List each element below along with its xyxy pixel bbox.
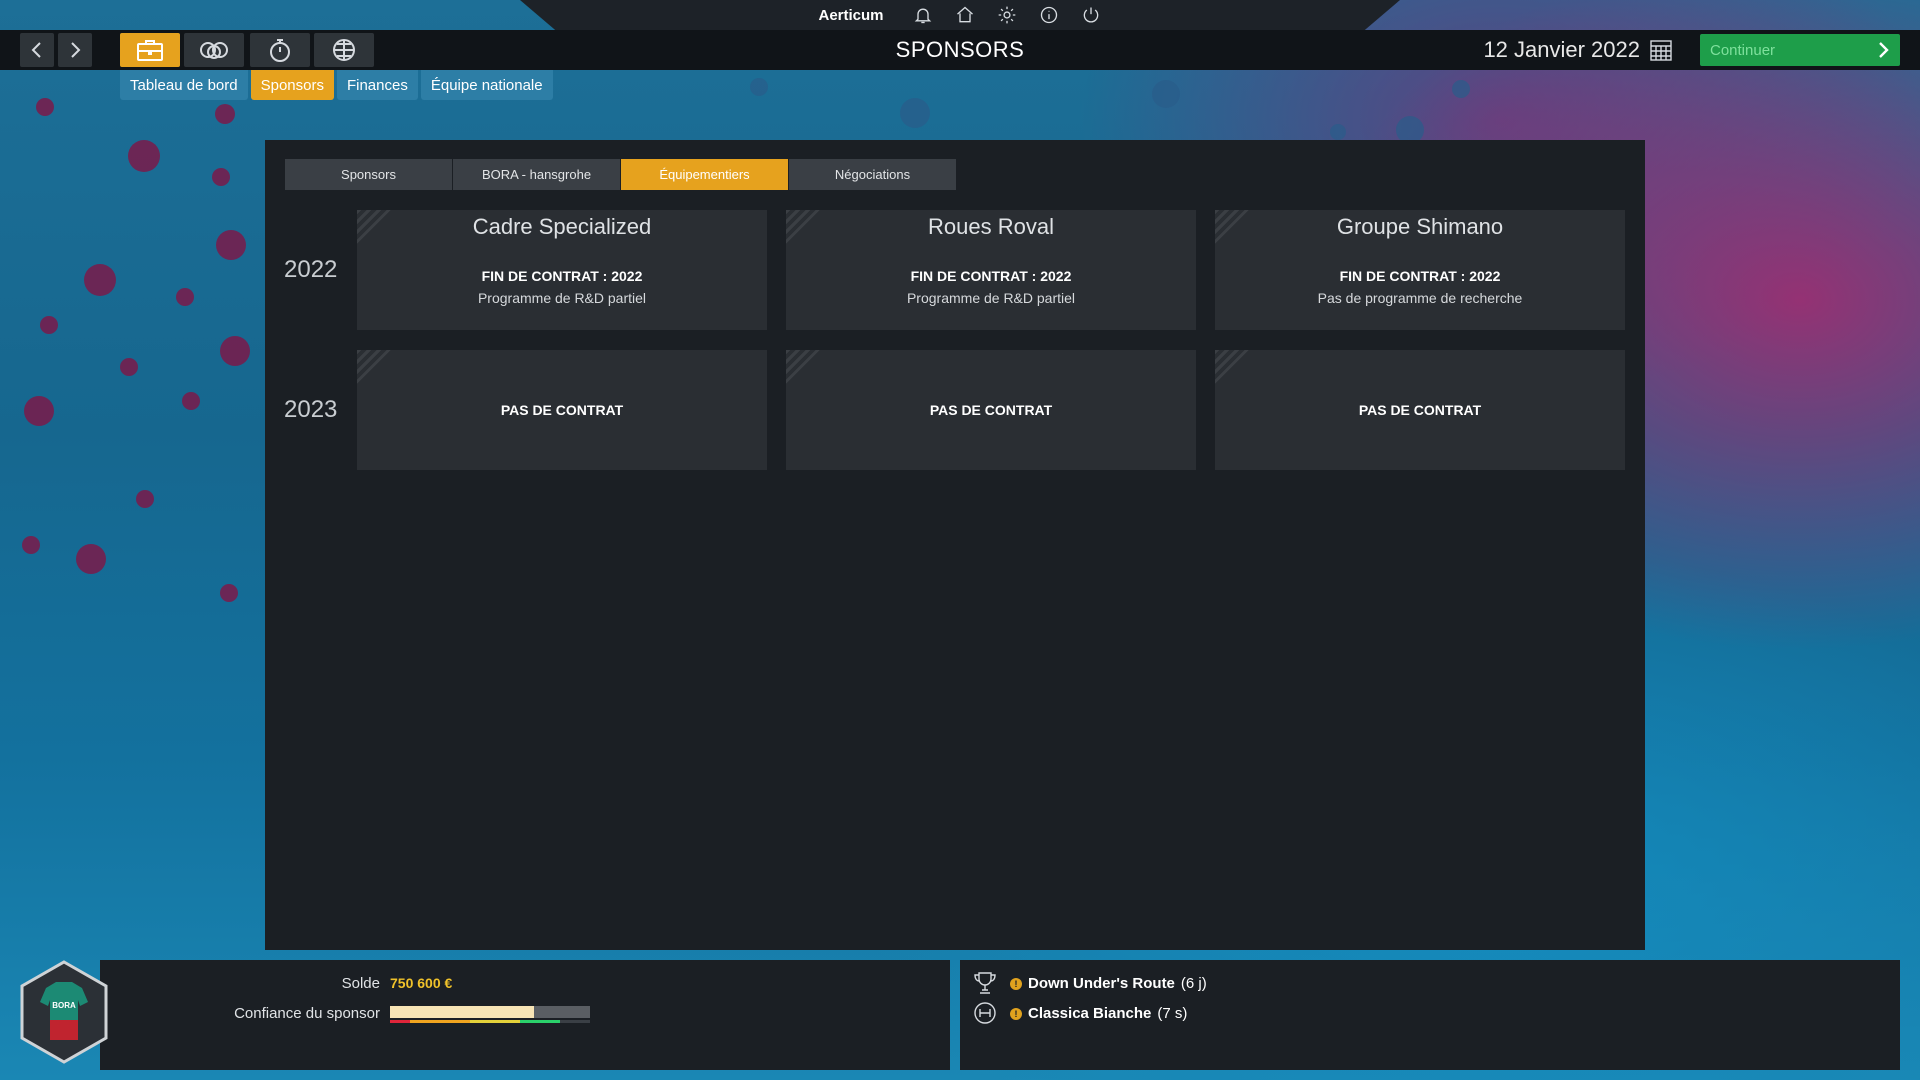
race-name: Classica Bianche bbox=[1028, 1005, 1152, 1022]
team-jersey-badge[interactable]: BORA bbox=[18, 960, 110, 1064]
race-name: Down Under's Route bbox=[1028, 975, 1175, 992]
card-title: Cadre Specialized bbox=[472, 214, 652, 239]
equipment-card-frame[interactable]: Cadre Specialized FIN DE CONTRAT : 2022 … bbox=[357, 210, 767, 330]
svg-text:BORA: BORA bbox=[52, 1001, 76, 1010]
alert-icon: ! bbox=[1010, 1007, 1022, 1020]
contract-end: FIN DE CONTRAT : 2022 bbox=[1339, 268, 1501, 284]
current-date: 12 Janvier 2022 bbox=[1483, 37, 1640, 62]
power-icon[interactable] bbox=[1080, 4, 1102, 26]
top-strip: Aerticum bbox=[0, 0, 1920, 30]
trophy-icon bbox=[974, 972, 996, 994]
balance-value: 750 600 € bbox=[390, 975, 453, 991]
race-item[interactable]: ! Classica Bianche (7 s) bbox=[1010, 1005, 1187, 1022]
continue-button[interactable]: Continuer bbox=[1700, 34, 1900, 66]
race-button[interactable] bbox=[250, 33, 310, 67]
briefcase-icon bbox=[137, 40, 163, 61]
tab-sponsors[interactable]: Sponsors bbox=[250, 70, 334, 100]
year-label: 2022 bbox=[284, 256, 338, 283]
contract-end: FIN DE CONTRAT : 2022 bbox=[481, 268, 643, 284]
card-title: Roues Roval bbox=[928, 214, 1054, 239]
team-button[interactable] bbox=[184, 33, 244, 67]
tab-main-sponsor[interactable]: BORA - hansgrohe bbox=[453, 159, 621, 190]
navigation-bar: SPONSORS 12 Janvier 2022 Continuer bbox=[0, 30, 1920, 70]
forward-button[interactable] bbox=[58, 33, 92, 67]
continue-label: Continuer bbox=[1710, 41, 1776, 59]
race-icon bbox=[974, 1002, 996, 1024]
tab-dashboard[interactable]: Tableau de bord bbox=[120, 70, 248, 100]
confidence-label: Confiance du sponsor bbox=[234, 1005, 380, 1022]
user-name[interactable]: Aerticum bbox=[818, 7, 883, 24]
equipment-card-empty[interactable]: PAS DE CONTRAT bbox=[357, 350, 767, 470]
bell-icon[interactable] bbox=[912, 4, 934, 26]
tab-finances[interactable]: Finances bbox=[336, 70, 418, 100]
contract-end: FIN DE CONTRAT : 2022 bbox=[910, 268, 1072, 284]
info-icon[interactable] bbox=[1038, 4, 1060, 26]
forward-arrow-icon bbox=[71, 42, 81, 58]
stopwatch-icon bbox=[270, 39, 290, 62]
globe-icon bbox=[333, 39, 355, 61]
equipment-panel: Sponsors BORA - hansgrohe Équipementiers… bbox=[265, 140, 1645, 950]
calendar-button[interactable] bbox=[1646, 35, 1676, 65]
world-button[interactable] bbox=[314, 33, 374, 67]
home-icon[interactable] bbox=[954, 4, 976, 26]
research-program: Pas de programme de recherche bbox=[1317, 290, 1523, 306]
back-arrow-icon bbox=[31, 42, 41, 58]
tab-negotiations[interactable]: Négociations bbox=[789, 159, 957, 190]
equipment-card-empty[interactable]: PAS DE CONTRAT bbox=[786, 350, 1196, 470]
no-contract-label: PAS DE CONTRAT bbox=[1358, 402, 1482, 418]
race-time: (6 j) bbox=[1180, 975, 1207, 992]
card-title: Groupe Shimano bbox=[1336, 214, 1504, 239]
tab-equipment[interactable]: Équipementiers bbox=[621, 159, 789, 190]
equipment-card-groupset[interactable]: Groupe Shimano FIN DE CONTRAT : 2022 Pas… bbox=[1215, 210, 1625, 330]
gear-icon[interactable] bbox=[996, 4, 1018, 26]
balance-label: Solde bbox=[341, 975, 380, 992]
year-label: 2023 bbox=[284, 396, 338, 423]
alert-icon: ! bbox=[1010, 977, 1022, 990]
race-time: (7 s) bbox=[1157, 1005, 1188, 1022]
upcoming-races: ! Down Under's Route (6 j) ! Classica Bi… bbox=[960, 960, 1900, 1070]
race-item[interactable]: ! Down Under's Route (6 j) bbox=[1010, 975, 1207, 992]
equipment-card-wheels[interactable]: Roues Roval FIN DE CONTRAT : 2022 Progra… bbox=[786, 210, 1196, 330]
research-program: Programme de R&D partiel bbox=[906, 290, 1076, 306]
panel-tabs: Sponsors BORA - hansgrohe Équipementiers… bbox=[285, 159, 957, 190]
team-icon bbox=[200, 42, 228, 59]
chevron-right-icon bbox=[1879, 42, 1889, 58]
equipment-card-empty[interactable]: PAS DE CONTRAT bbox=[1215, 350, 1625, 470]
research-program: Programme de R&D partiel bbox=[477, 290, 647, 306]
management-button[interactable] bbox=[120, 33, 180, 67]
back-button[interactable] bbox=[20, 33, 54, 67]
sub-tabs: Tableau de bord Sponsors Finances Équipe… bbox=[120, 70, 553, 100]
sponsor-confidence-bar bbox=[390, 1006, 590, 1026]
calendar-icon bbox=[1650, 40, 1672, 61]
finance-summary: Solde 750 600 € Confiance du sponsor bbox=[100, 960, 950, 1070]
tab-national-team[interactable]: Équipe nationale bbox=[420, 70, 553, 100]
no-contract-label: PAS DE CONTRAT bbox=[929, 402, 1053, 418]
no-contract-label: PAS DE CONTRAT bbox=[500, 402, 624, 418]
tab-sponsors-list[interactable]: Sponsors bbox=[285, 159, 453, 190]
